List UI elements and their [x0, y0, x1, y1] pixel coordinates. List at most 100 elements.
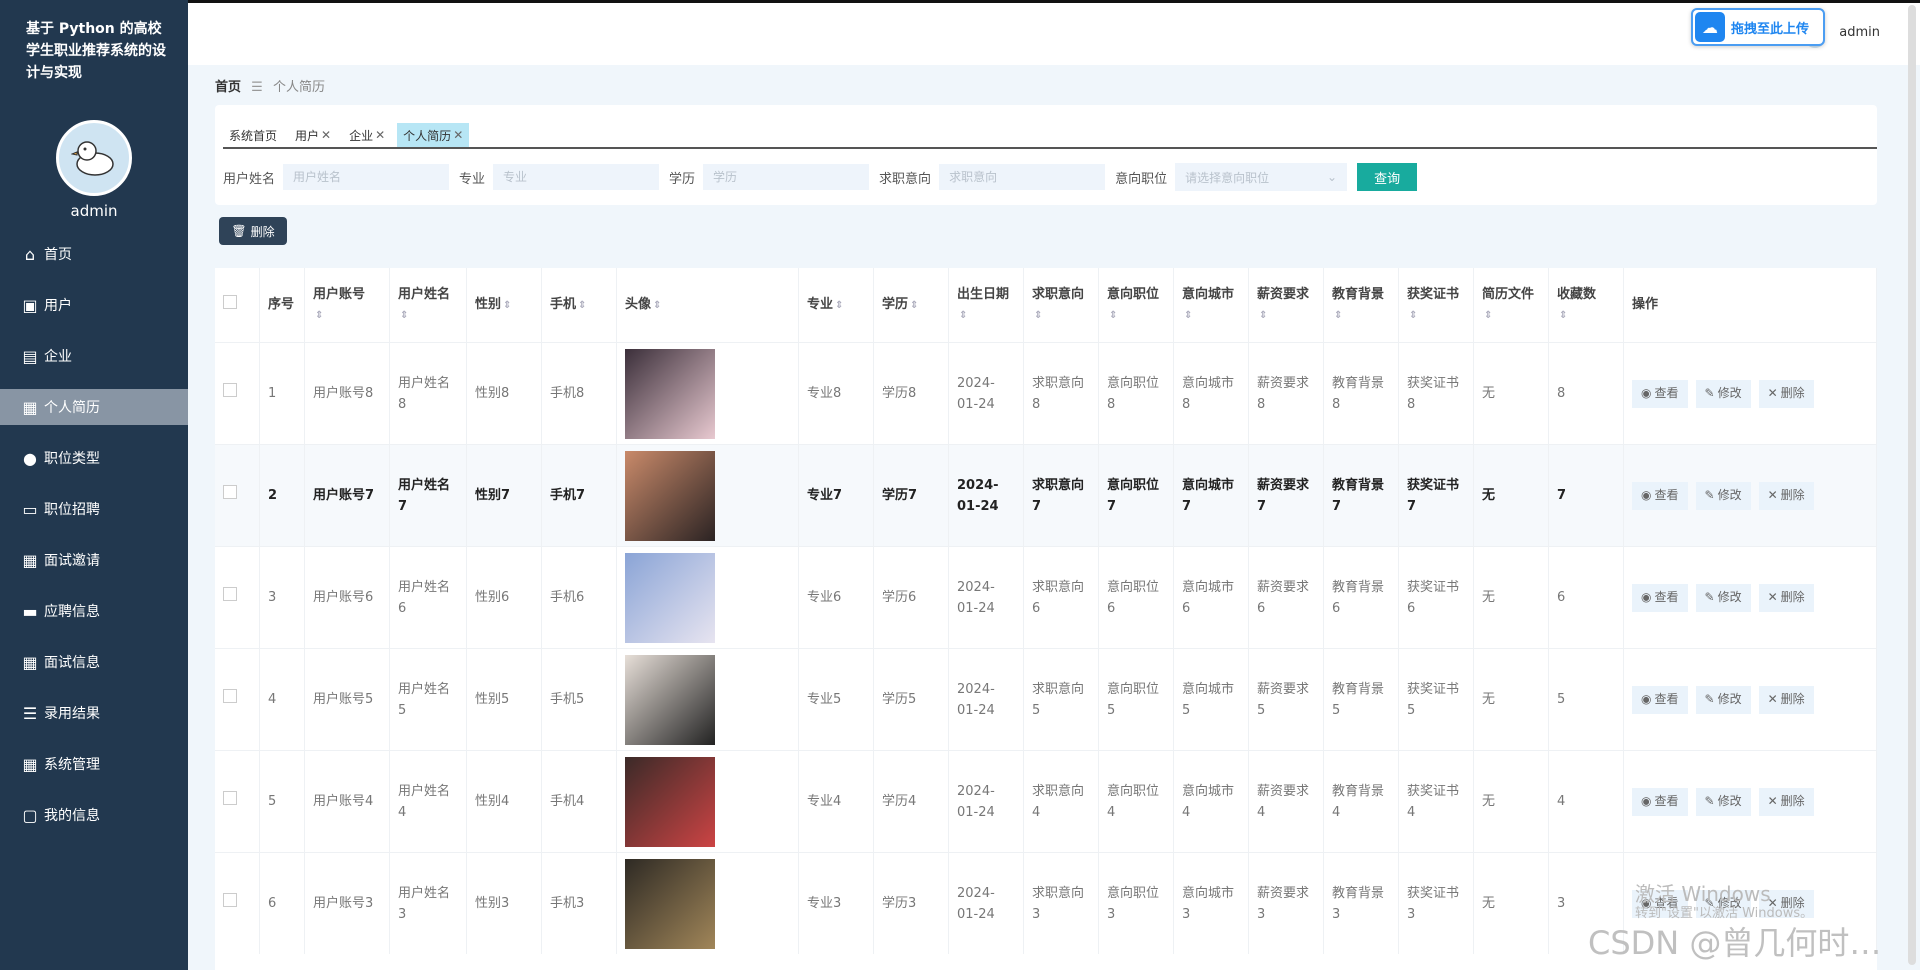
bulk-delete-button[interactable]: 🗑 删除 [219, 217, 287, 245]
sidebar-item-applications[interactable]: ▬ 应聘信息 [0, 593, 188, 629]
delete-button[interactable]: ✕ 删除 [1758, 583, 1814, 612]
breadcrumb-home[interactable]: 首页 [215, 80, 241, 95]
view-button[interactable]: ◉ 查看 [1632, 685, 1688, 714]
col-header-sortable[interactable]: 出生日期 ⇕ [948, 268, 1024, 343]
col-header-sortable[interactable]: 收藏数 ⇕ [1548, 268, 1624, 343]
major-input[interactable] [493, 164, 660, 190]
col-header-sortable[interactable]: 专业 ⇕ [798, 268, 874, 343]
tab-home[interactable]: 系统首页 [223, 123, 283, 147]
intent-input[interactable] [939, 164, 1106, 190]
name-input[interactable] [283, 164, 450, 190]
edit-button[interactable]: ✎ 修改 [1695, 787, 1751, 816]
sidebar-item-job-type[interactable]: ● 职位类型 [0, 440, 188, 476]
table-row[interactable]: 3 用户账号6 用户姓名6 性别6 手机6 专业6 学历6 2024-01-24 求职意向6 意向… [215, 546, 1877, 649]
row-checkbox[interactable] [223, 485, 237, 499]
tab-users[interactable]: 用户 ✕ [289, 123, 337, 147]
cell-account: 用户账号3 [304, 852, 390, 954]
col-header-sortable[interactable]: 教育背景 ⇕ [1323, 268, 1399, 343]
cell-actions: ◉ 查看 ✎ 修改 ✕ 删除 [1623, 648, 1877, 751]
avatar-photo[interactable] [625, 450, 715, 541]
row-checkbox[interactable] [223, 893, 237, 907]
tab-company[interactable]: 企业 ✕ [343, 123, 391, 147]
sort-icon[interactable]: ⇕ [1484, 310, 1492, 321]
delete-button[interactable]: ✕ 删除 [1758, 685, 1814, 714]
header-username[interactable]: admin [1839, 25, 1880, 40]
page-scrollbar[interactable] [1908, 5, 1916, 965]
edit-button[interactable]: ✎ 修改 [1695, 379, 1751, 408]
edit-button[interactable]: ✎ 修改 [1695, 481, 1751, 510]
sort-icon[interactable]: ⇕ [400, 310, 408, 321]
delete-button[interactable]: ✕ 删除 [1758, 787, 1814, 816]
tab-resume[interactable]: 个人简历 ✕ [397, 123, 470, 147]
edit-button[interactable]: ✎ 修改 [1695, 685, 1751, 714]
sidebar-item-interview-info[interactable]: ▦ 面试信息 [0, 644, 188, 680]
position-select[interactable]: 请选择意向职位 ⌄ [1175, 163, 1348, 191]
sort-icon[interactable]: ⇕ [1409, 310, 1417, 321]
education-input[interactable] [703, 164, 870, 190]
col-header-sortable[interactable]: 获奖证书 ⇕ [1398, 268, 1474, 343]
row-checkbox[interactable] [223, 383, 237, 397]
col-header-sortable[interactable]: 性别 ⇕ [466, 268, 542, 343]
col-header-sortable[interactable]: 简历文件 ⇕ [1473, 268, 1549, 343]
sort-icon[interactable]: ⇕ [1034, 310, 1042, 321]
view-button[interactable]: ◉ 查看 [1632, 379, 1688, 408]
table-row[interactable]: 4 用户账号5 用户姓名5 性别5 手机5 专业5 学历5 2024-01-24 求职意向5 意向… [215, 648, 1877, 751]
sort-icon[interactable]: ⇕ [1259, 310, 1267, 321]
sort-icon[interactable]: ⇕ [835, 300, 843, 311]
row-checkbox[interactable] [223, 791, 237, 805]
sort-icon[interactable]: ⇕ [503, 300, 511, 311]
cell-position: 意向职位7 [1098, 444, 1174, 547]
view-button[interactable]: ◉ 查看 [1632, 787, 1688, 816]
cell-salary: 薪资要求8 [1248, 342, 1324, 445]
col-header-sortable[interactable]: 求职意向 ⇕ [1023, 268, 1099, 343]
sort-icon[interactable]: ⇕ [315, 310, 323, 321]
sort-icon[interactable]: ⇕ [1184, 310, 1192, 321]
table-row[interactable]: 1 用户账号8 用户姓名8 性别8 手机8 专业8 学历8 2024-01-24 求职意向8 意向… [215, 342, 1877, 445]
view-button[interactable]: ◉ 查看 [1632, 583, 1688, 612]
edit-button[interactable]: ✎ 修改 [1695, 583, 1751, 612]
col-header-sortable[interactable]: 意向城市 ⇕ [1173, 268, 1249, 343]
sidebar-item-my-info[interactable]: ▢ 我的信息 [0, 797, 188, 833]
col-header-sortable[interactable]: 用户账号 ⇕ [304, 268, 390, 343]
sidebar-item-users[interactable]: ▣ 用户 [0, 287, 188, 323]
sort-icon[interactable]: ⇕ [1559, 310, 1567, 321]
close-icon[interactable]: ✕ [453, 128, 463, 142]
close-icon[interactable]: ✕ [321, 128, 331, 142]
sidebar-item-job-posting[interactable]: ▭ 职位招聘 [0, 491, 188, 527]
avatar-photo[interactable] [625, 348, 715, 439]
col-header-sortable[interactable]: 手机 ⇕ [541, 268, 617, 343]
col-header-sortable[interactable]: 薪资要求 ⇕ [1248, 268, 1324, 343]
close-icon[interactable]: ✕ [375, 128, 385, 142]
col-header-sortable[interactable]: 用户姓名 ⇕ [389, 268, 467, 343]
avatar-photo[interactable] [625, 552, 715, 643]
col-header-sortable[interactable]: 学历 ⇕ [873, 268, 949, 343]
sidebar-item-home[interactable]: ⌂ 首页 [0, 236, 188, 272]
avatar-photo[interactable] [625, 858, 715, 949]
user-avatar[interactable] [56, 120, 132, 196]
col-header-sortable[interactable]: 意向职位 ⇕ [1098, 268, 1174, 343]
table-row[interactable]: 5 用户账号4 用户姓名4 性别4 手机4 专业4 学历4 2024-01-24 求职意向4 意向… [215, 750, 1877, 853]
table-row[interactable]: 2 用户账号7 用户姓名7 性别7 手机7 专业7 学历7 2024-01-24 求职意向7 意向… [215, 444, 1877, 547]
avatar-photo[interactable] [625, 756, 715, 847]
row-checkbox[interactable] [223, 587, 237, 601]
sort-icon[interactable]: ⇕ [578, 300, 586, 311]
view-button[interactable]: ◉ 查看 [1632, 481, 1688, 510]
sort-icon[interactable]: ⇕ [959, 310, 967, 321]
delete-button[interactable]: ✕ 删除 [1758, 379, 1814, 408]
sort-icon[interactable]: ⇕ [653, 300, 661, 311]
query-button[interactable]: 查询 [1357, 163, 1418, 191]
sidebar-item-resume[interactable]: ▦ 个人简历 [0, 389, 188, 425]
sidebar-item-interview-invite[interactable]: ▦ 面试邀请 [0, 542, 188, 578]
sidebar-item-hire-results[interactable]: ☰ 录用结果 [0, 695, 188, 731]
sort-icon[interactable]: ⇕ [1334, 310, 1342, 321]
col-header-sortable[interactable]: 头像 ⇕ [616, 268, 799, 343]
select-all-checkbox[interactable] [223, 294, 237, 309]
sidebar-item-company[interactable]: ▤ 企业 [0, 338, 188, 374]
sidebar-item-system[interactable]: ▦ 系统管理 [0, 746, 188, 782]
sort-icon[interactable]: ⇕ [1109, 310, 1117, 321]
row-checkbox[interactable] [223, 689, 237, 703]
delete-button[interactable]: ✕ 删除 [1758, 481, 1814, 510]
sort-icon[interactable]: ⇕ [910, 300, 918, 311]
upload-button[interactable]: ☁ 拖拽至此上传 [1691, 8, 1825, 46]
avatar-photo[interactable] [625, 654, 715, 745]
